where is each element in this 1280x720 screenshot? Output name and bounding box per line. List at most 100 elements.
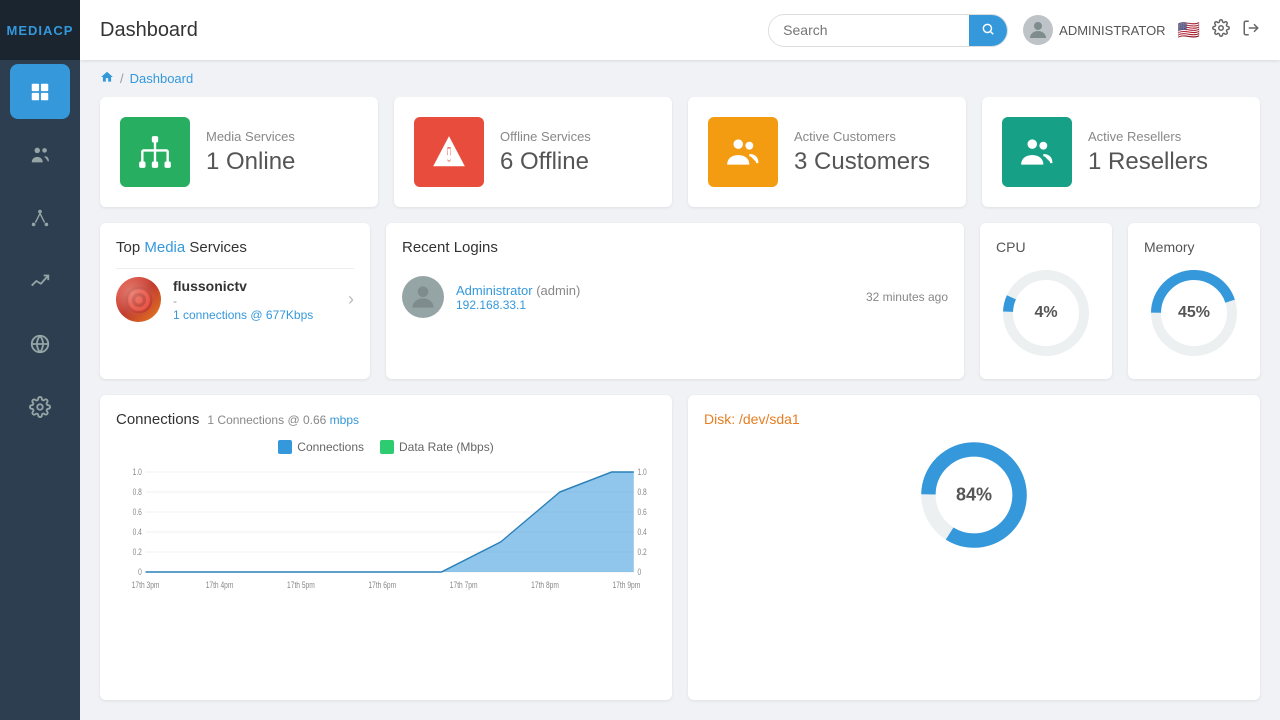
header-right: ADMINISTRATOR 🇺🇸 [1023, 15, 1260, 45]
svg-text:0.4: 0.4 [133, 527, 143, 537]
sidebar-item-globe[interactable] [10, 316, 70, 371]
login-name: Administrator (admin) [456, 283, 854, 298]
stat-card-resellers[interactable]: Active Resellers 1 Resellers [982, 97, 1260, 207]
stat-card-customers[interactable]: Active Customers 3 Customers [688, 97, 966, 207]
connections-title: Connections [116, 411, 199, 428]
connections-sub: 1 Connections @ 0.66 mbps [207, 413, 359, 427]
network-icon [29, 207, 51, 229]
service-arrow[interactable]: › [348, 289, 354, 310]
login-ip: 192.168.33.1 [456, 298, 854, 312]
sidebar: MEDIACP [0, 0, 80, 720]
svg-text:0.8: 0.8 [638, 487, 648, 497]
recent-logins-card: Recent Logins Administrator (admin) 192.… [386, 223, 964, 379]
login-info: Administrator (admin) 192.168.33.1 [456, 283, 854, 312]
media-services-icon [120, 117, 190, 187]
connections-header: Connections 1 Connections @ 0.66 mbps [116, 411, 656, 428]
login-item[interactable]: Administrator (admin) 192.168.33.1 32 mi… [402, 268, 948, 326]
legend-connections: Connections [278, 440, 364, 454]
svg-text:0: 0 [138, 567, 142, 577]
stat-card-offline[interactable]: ! Offline Services 6 Offline [394, 97, 672, 207]
login-avatar [402, 276, 444, 318]
content-area: Media Services 1 Online ! Offline Servic… [80, 97, 1280, 720]
settings-gear-icon [1212, 19, 1230, 37]
service-connections: 1 connections @ 677Kbps [173, 308, 336, 322]
top-media-prefix: Top [116, 239, 144, 256]
customers-value: 3 Customers [794, 148, 930, 176]
login-avatar-icon [407, 281, 439, 313]
settings-icon [29, 396, 51, 418]
svg-text:0.4: 0.4 [638, 527, 648, 537]
admin-avatar-icon [1026, 18, 1050, 42]
admin-info[interactable]: ADMINISTRATOR [1023, 15, 1165, 45]
customers-info: Active Customers 3 Customers [794, 129, 930, 176]
svg-text:17th 5pm: 17th 5pm [287, 580, 315, 590]
search-input[interactable] [769, 16, 969, 44]
media-services-label: Media Services [206, 129, 295, 144]
breadcrumb: / Dashboard [80, 60, 1280, 97]
stat-cards: Media Services 1 Online ! Offline Servic… [100, 97, 1260, 207]
cpu-gauge: 4% [996, 263, 1096, 363]
breadcrumb-separator: / [120, 71, 124, 86]
memory-value: 45% [1178, 304, 1210, 322]
chart-legend: Connections Data Rate (Mbps) [116, 440, 656, 454]
connections-card: Connections 1 Connections @ 0.66 mbps Co… [100, 395, 672, 700]
sidebar-item-users[interactable] [10, 127, 70, 182]
svg-text:0.6: 0.6 [638, 507, 648, 517]
breadcrumb-home[interactable] [100, 70, 114, 87]
svg-text:0.6: 0.6 [133, 507, 143, 517]
legend-datarate-dot [380, 440, 394, 454]
memory-card: Memory 45% [1128, 223, 1260, 379]
sidebar-item-analytics[interactable] [10, 253, 70, 308]
service-logo [116, 277, 161, 322]
sidebar-item-dashboard[interactable] [10, 64, 70, 119]
cpu-card: CPU 4% [980, 223, 1112, 379]
dashboard-icon [29, 81, 51, 103]
top-media-highlight: Media [144, 239, 185, 256]
resellers-label: Active Resellers [1088, 129, 1208, 144]
resellers-info: Active Resellers 1 Resellers [1088, 129, 1208, 176]
stat-card-media[interactable]: Media Services 1 Online [100, 97, 378, 207]
disk-card: Disk: /dev/sda1 84% [688, 395, 1260, 700]
sidebar-item-network[interactable] [10, 190, 70, 245]
media-services-value: 1 Online [206, 148, 295, 176]
sidebar-item-settings[interactable] [10, 379, 70, 434]
svg-text:17th 8pm: 17th 8pm [531, 580, 559, 590]
memory-gauge: 45% [1144, 263, 1244, 363]
warning-stat-icon: ! [430, 133, 468, 171]
breadcrumb-current: Dashboard [130, 71, 194, 86]
memory-title: Memory [1144, 239, 1195, 255]
top-media-card: Top Media Services flussonictv - 1 conne… [100, 223, 370, 379]
svg-text:17th 6pm: 17th 6pm [368, 580, 396, 590]
customers-stat-icon [724, 133, 762, 171]
search-button[interactable] [969, 15, 1007, 46]
service-dash: - [173, 294, 336, 308]
disk-gauge: 84% [914, 435, 1034, 555]
search-icon [981, 22, 995, 36]
cpu-title: CPU [996, 239, 1026, 255]
service-name: flussonictv [173, 278, 336, 294]
recent-logins-title: Recent Logins [402, 239, 948, 256]
login-time: 32 minutes ago [866, 290, 948, 304]
svg-text:0: 0 [638, 567, 642, 577]
connections-chart-svg: 1.0 0.8 0.6 0.4 0.2 0 1.0 0.8 0.6 0.4 0.… [116, 462, 656, 592]
service-item[interactable]: flussonictv - 1 connections @ 677Kbps › [116, 268, 354, 330]
svg-text:17th 3pm: 17th 3pm [132, 580, 160, 590]
app-logo: MEDIACP [0, 0, 80, 60]
logout-icon[interactable] [1242, 19, 1260, 42]
legend-connections-dot [278, 440, 292, 454]
svg-text:!: ! [446, 145, 452, 165]
flag-icon[interactable]: 🇺🇸 [1178, 20, 1200, 41]
admin-name: ADMINISTRATOR [1059, 23, 1165, 38]
svg-text:1.0: 1.0 [133, 467, 143, 477]
top-media-suffix: Services [185, 239, 247, 256]
svg-text:1.0: 1.0 [638, 467, 648, 477]
customers-label: Active Customers [794, 129, 930, 144]
gear-icon[interactable] [1212, 19, 1230, 42]
svg-text:17th 4pm: 17th 4pm [206, 580, 234, 590]
cpu-value: 4% [1034, 304, 1057, 322]
search-bar [768, 14, 1008, 47]
media-services-info: Media Services 1 Online [206, 129, 295, 176]
page-title: Dashboard [100, 19, 768, 42]
signout-icon [1242, 19, 1260, 37]
users-icon [29, 144, 51, 166]
